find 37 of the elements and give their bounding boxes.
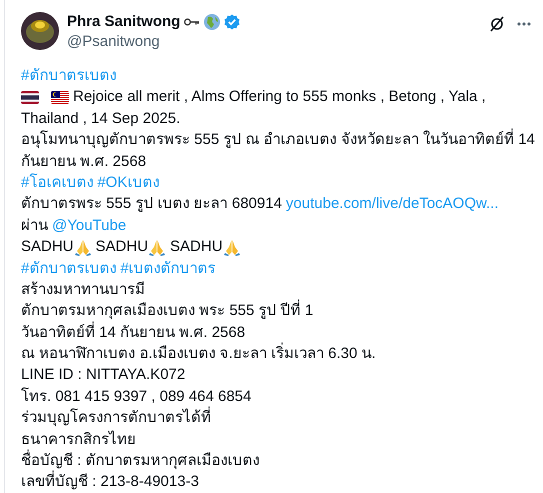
post-text: ตักบาตรพระ 555 รูป เบตง ยะลา 680914 xyxy=(21,194,282,214)
post-text: ธนาคารกสิกรไทย xyxy=(21,430,136,450)
post-text: LINE ID : NITTAYA.K072 xyxy=(21,365,186,386)
post-text: โทร. 081 415 9397 , 089 464 6854 xyxy=(21,386,252,406)
post-text: ตักบาตรมหากุศลเมืองเบตง พระ 555 รูป ปีที่ 1 xyxy=(21,300,314,322)
praying-hands-icon xyxy=(148,238,166,256)
post-text: SADHU xyxy=(96,237,148,258)
flag-icon xyxy=(21,90,39,104)
post-link[interactable]: #OKเบตง xyxy=(97,172,160,194)
post-text: ณ หอนาฬิกาเบตง อ.เมืองเบตง จ.ยะลา เริ่มเวลา 6.30 น. xyxy=(21,343,376,364)
post-text: ผ่าน xyxy=(21,216,48,236)
flag-icon xyxy=(51,90,69,104)
post-text: กันยายน พ.ศ. 2568 xyxy=(21,152,146,172)
post-link[interactable]: #ตักบาตรเบตง xyxy=(21,258,116,279)
avatar[interactable] xyxy=(21,12,59,50)
author-handle[interactable]: @Psanitwong xyxy=(67,32,240,52)
post-text: สร้างมหาทานบารมี xyxy=(21,280,145,300)
post-link[interactable]: #ตักบาตรเบตง xyxy=(21,65,116,86)
post-text: SADHU xyxy=(170,237,223,258)
author-name[interactable]: Phra Sanitwong xyxy=(67,12,180,32)
praying-hands-icon xyxy=(222,238,241,256)
post-text: ชื่อบัญชี : ตักบาตรมหากุศลเมืองเบตง xyxy=(21,450,260,472)
post-link[interactable]: #โอเคเบตง xyxy=(21,172,94,194)
post-text: เลขที่บัญชี : 213-8-49013-3 xyxy=(21,471,199,493)
post-text: วันอาทิตย์ที่ 14 กันยายน พ.ศ. 2568 xyxy=(21,322,246,343)
praying-hands-icon xyxy=(74,238,92,256)
post-text: SADHU xyxy=(21,237,74,258)
post-text: Rejoice all merit , Alms Offering to 555 monks , Betong , Yala , xyxy=(73,87,486,108)
post-text: อนุโมทนาบุญตักบาตรพระ 555 รูป ณ อำเภอเบตง จังหวัดยะลา ในวันอาทิตย์ที่ 14 xyxy=(21,129,535,151)
globe-icon xyxy=(204,14,220,30)
post-text: Thailand , 14 Sep 2025. xyxy=(21,108,180,129)
post-link[interactable]: youtube.com/live/deTocAOQw... xyxy=(286,193,499,215)
post-link[interactable]: #เบตงตักบาตร xyxy=(120,258,216,279)
key-icon xyxy=(184,18,200,26)
more-icon[interactable] xyxy=(517,22,531,26)
post-text: ร่วมบุญโครงการตักบาตรได้ที่ xyxy=(21,407,211,429)
post-link[interactable]: @YouTube xyxy=(52,214,126,236)
